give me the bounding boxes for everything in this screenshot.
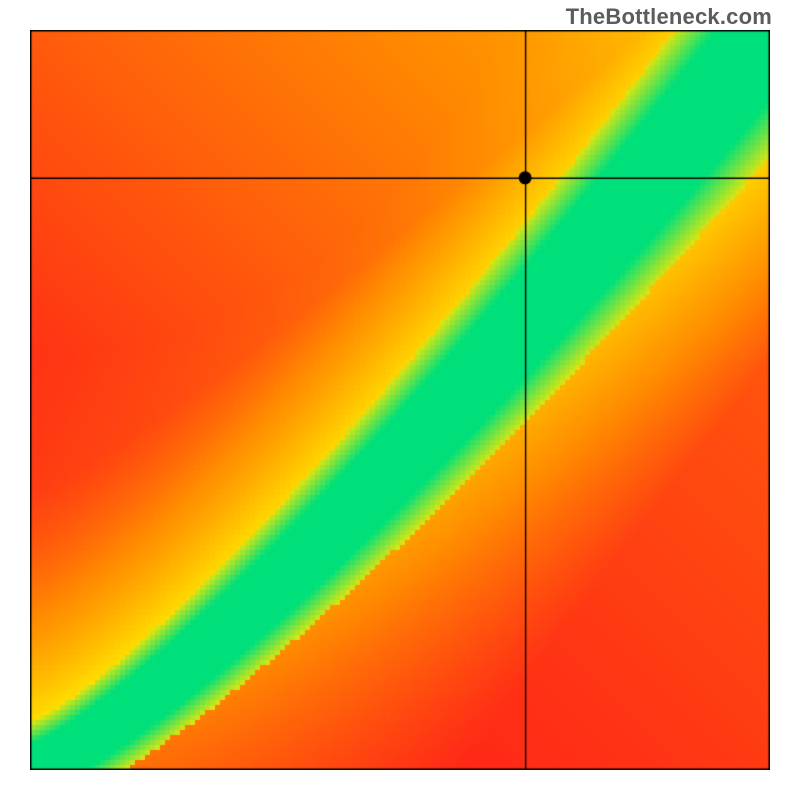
heatmap-canvas	[30, 30, 770, 770]
heatmap-plot	[30, 30, 770, 770]
watermark-text: TheBottleneck.com	[566, 4, 772, 30]
